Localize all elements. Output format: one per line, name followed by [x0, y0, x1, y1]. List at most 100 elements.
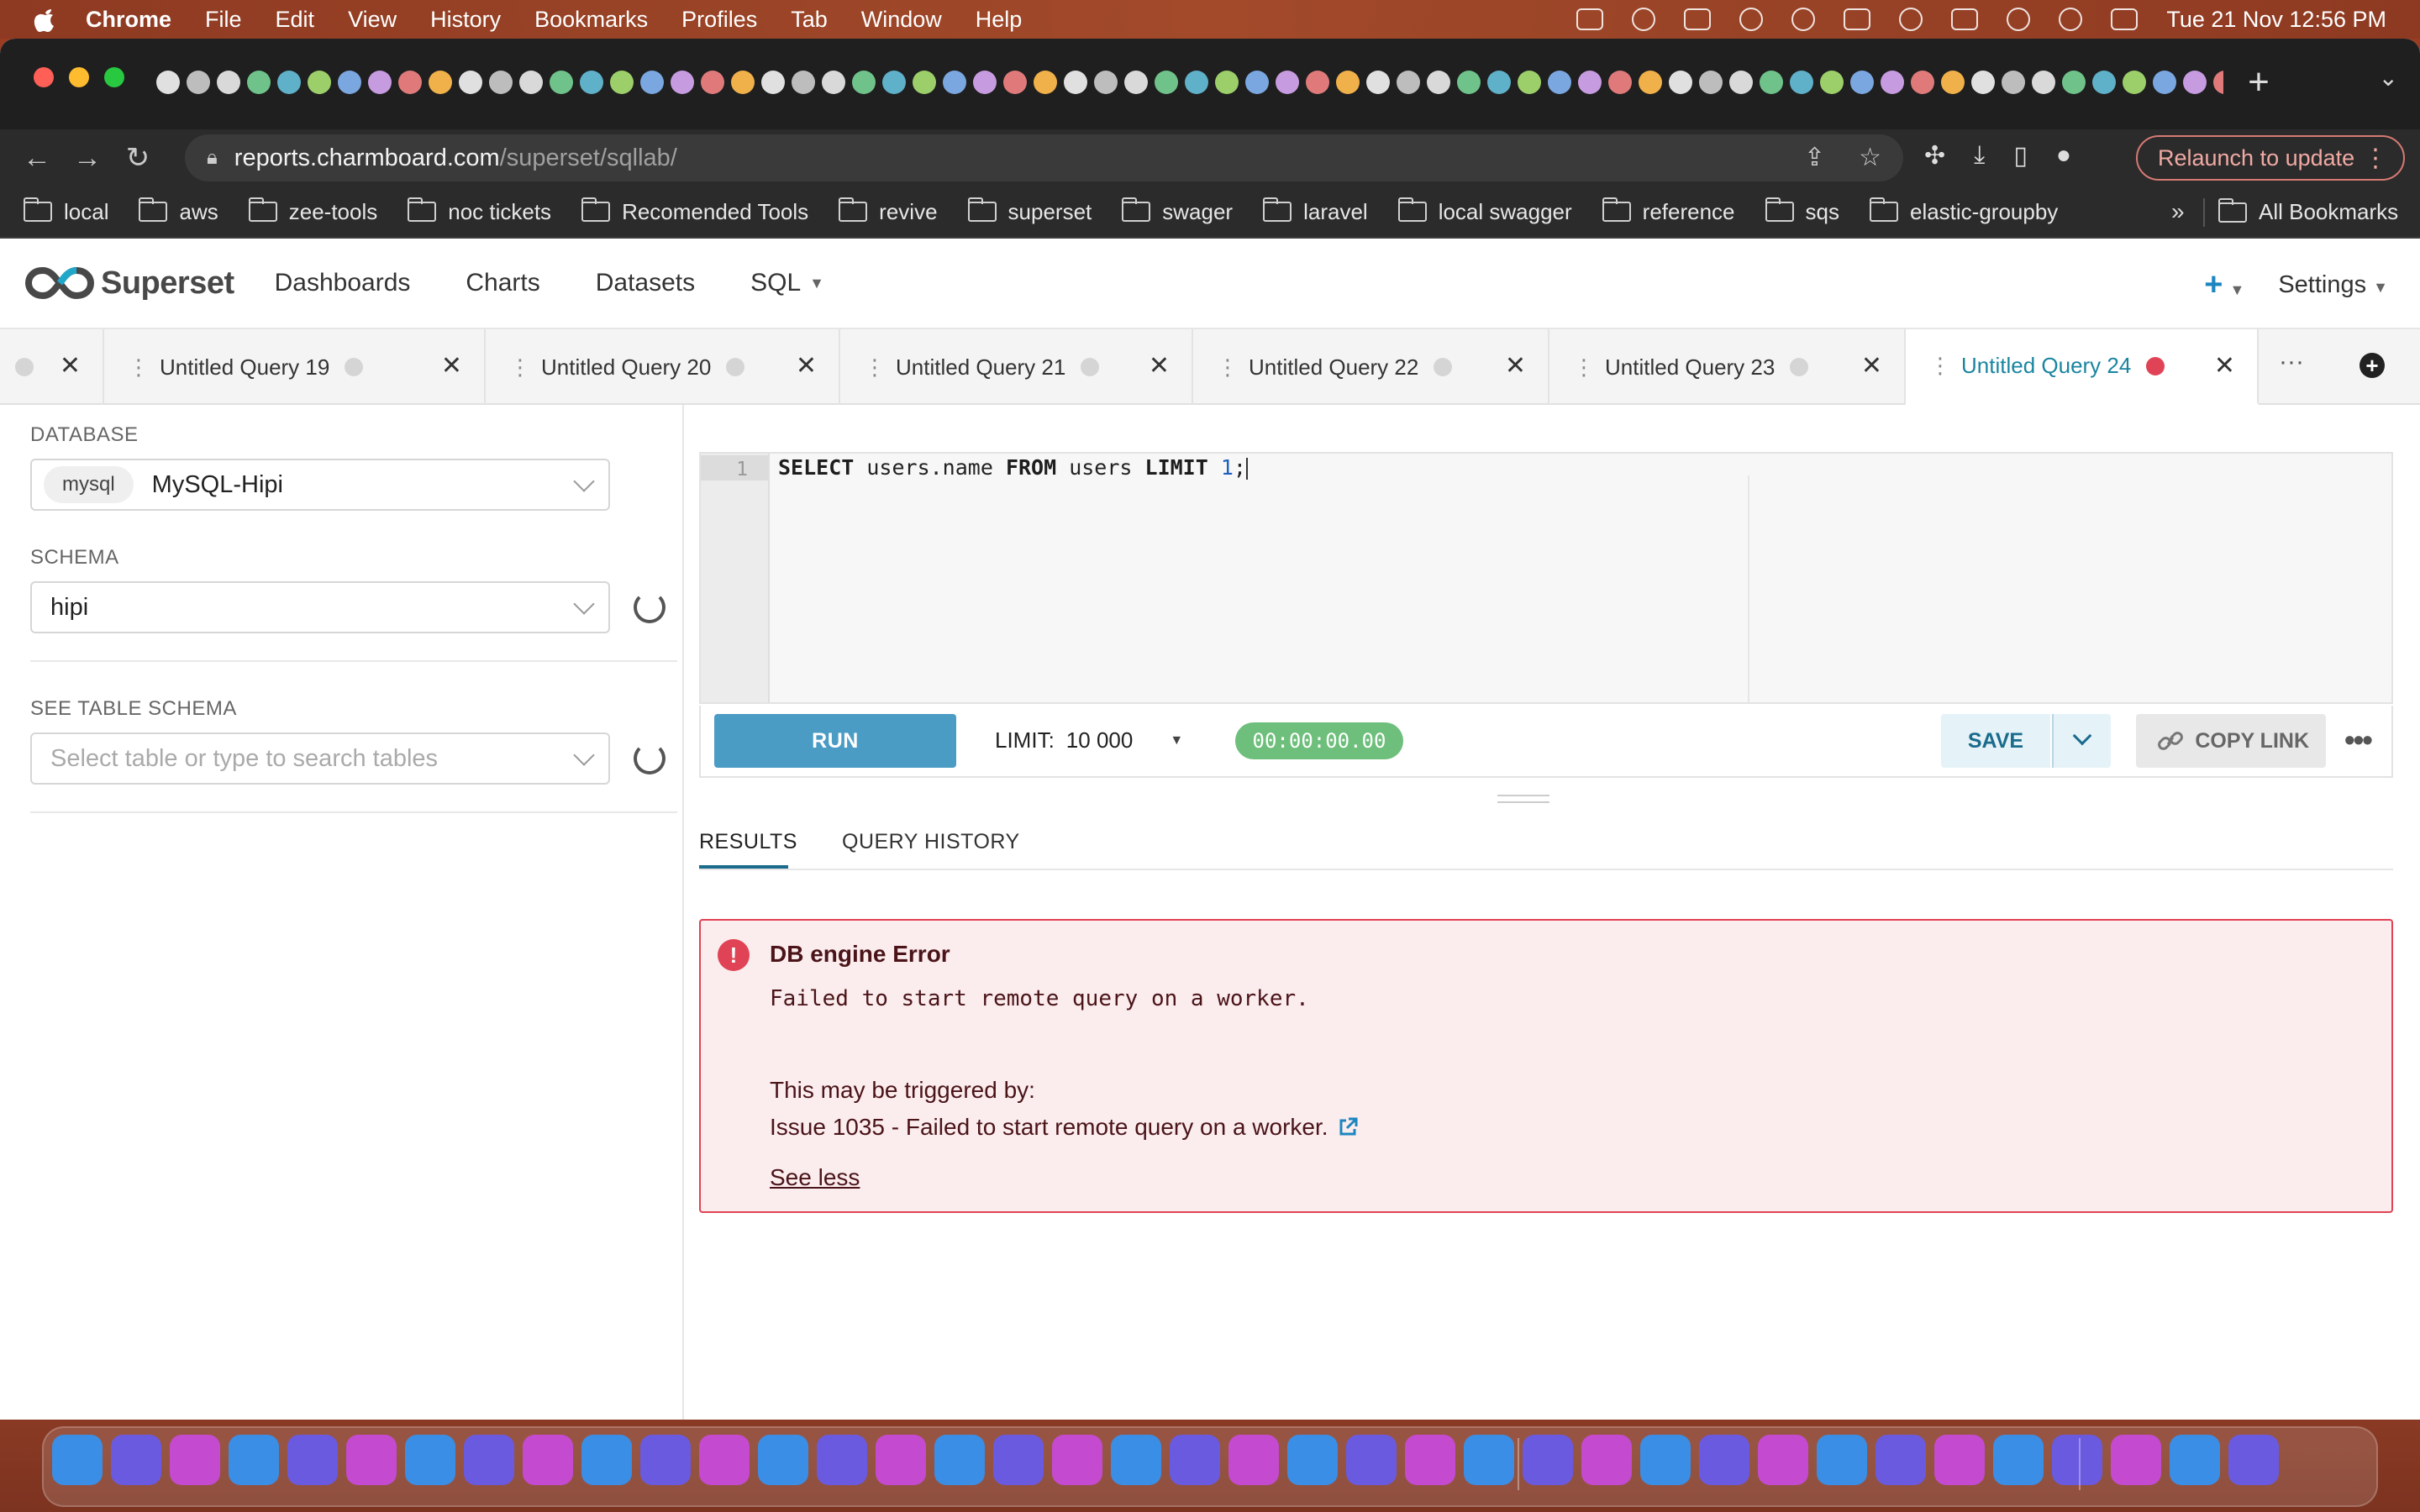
extensions-puzzle-icon[interactable]: ✣	[1924, 141, 1945, 171]
chrome-menu-icon[interactable]: ⋮	[2363, 144, 2388, 173]
browser-tab-favicon-icon[interactable]	[1699, 71, 1723, 94]
close-tab-icon[interactable]: ✕	[60, 351, 81, 381]
reload-icon[interactable]: ↻	[118, 138, 158, 178]
dock-app-icon[interactable]	[934, 1435, 985, 1485]
dock-app-icon[interactable]	[287, 1435, 338, 1485]
browser-tab-favicon-icon[interactable]	[2183, 71, 2207, 94]
browser-tab-favicon-icon[interactable]	[1003, 71, 1027, 94]
status-app-icon[interactable]	[1576, 8, 1604, 30]
browser-tab-favicon-icon[interactable]	[640, 71, 664, 94]
browser-tab-favicon-icon[interactable]	[1820, 71, 1844, 94]
browser-tab-favicon-icon[interactable]	[459, 71, 482, 94]
forward-arrow-icon[interactable]: →	[67, 138, 108, 178]
query-tab-19[interactable]: ⋮ Untitled Query 19 ✕	[104, 329, 486, 405]
close-tab-icon[interactable]: ✕	[1505, 351, 1526, 381]
bookmark-folder[interactable]: laravel	[1263, 197, 1368, 225]
status-app-icon[interactable]	[1791, 8, 1816, 31]
dock-app-icon[interactable]	[993, 1435, 1044, 1485]
browser-tab-favicon-icon[interactable]	[1608, 71, 1632, 94]
browser-tab-favicon-icon[interactable]	[943, 71, 966, 94]
browser-tab-favicon-icon[interactable]	[550, 71, 573, 94]
dock-app-icon[interactable]	[581, 1435, 632, 1485]
dock-app-icon[interactable]	[1640, 1435, 1691, 1485]
settings-menu[interactable]: Settings ▼	[2278, 271, 2388, 299]
refresh-tables-icon[interactable]	[634, 743, 666, 774]
browser-tab-favicon-icon[interactable]	[882, 71, 906, 94]
browser-tab-favicon-icon[interactable]	[1760, 71, 1783, 94]
close-tab-icon[interactable]: ✕	[2214, 351, 2235, 381]
dock-app-icon[interactable]	[876, 1435, 926, 1485]
close-window-button[interactable]	[34, 67, 54, 87]
browser-tab-favicon-icon[interactable]	[580, 71, 603, 94]
apple-logo-icon[interactable]	[30, 4, 60, 34]
browser-tab-favicon-icon[interactable]	[1366, 71, 1390, 94]
browser-tab-favicon-icon[interactable]	[1971, 71, 1995, 94]
dock-app-icon[interactable]	[1758, 1435, 1808, 1485]
limit-dropdown[interactable]: LIMIT: 10 000 ▼	[995, 727, 1183, 753]
menu-tab[interactable]: Tab	[791, 7, 828, 33]
dock-app-icon[interactable]	[111, 1435, 161, 1485]
query-tab-23[interactable]: ⋮ Untitled Query 23 ✕	[1549, 329, 1906, 405]
menu-view[interactable]: View	[348, 7, 397, 33]
new-item-menu[interactable]: + ▼	[2204, 267, 2244, 303]
dock-app-icon[interactable]	[1934, 1435, 1985, 1485]
browser-tab-favicon-icon[interactable]	[1427, 71, 1450, 94]
browser-tab-favicon-icon[interactable]	[2123, 71, 2146, 94]
browser-tab-favicon-icon[interactable]	[761, 71, 785, 94]
browser-tab-favicon-icon[interactable]	[671, 71, 694, 94]
browser-tab-favicon-icon[interactable]	[1155, 71, 1178, 94]
nav-datasets[interactable]: Datasets	[596, 269, 695, 297]
more-tabs-icon[interactable]: ···	[2279, 348, 2304, 376]
drag-handle-icon[interactable]: ⋮	[1217, 354, 1239, 381]
bluetooth-icon[interactable]	[1899, 8, 1923, 31]
dock-app-icon[interactable]	[2170, 1435, 2220, 1485]
browser-tab-favicon-icon[interactable]	[217, 71, 240, 94]
browser-tab-favicon-icon[interactable]	[2092, 71, 2116, 94]
browser-tab-favicon-icon[interactable]	[1185, 71, 1208, 94]
browser-tab-favicon-icon[interactable]	[1911, 71, 1934, 94]
spotlight-search-icon[interactable]	[2059, 8, 2083, 31]
menu-help[interactable]: Help	[976, 7, 1023, 33]
browser-tab-favicon-icon[interactable]	[156, 71, 180, 94]
dock-app-icon[interactable]	[817, 1435, 867, 1485]
dock-app-icon[interactable]	[2228, 1435, 2279, 1485]
save-button[interactable]: SAVE	[1941, 714, 2050, 768]
browser-tab-favicon-icon[interactable]	[308, 71, 331, 94]
bookmark-folder[interactable]: zee-tools	[248, 197, 377, 225]
bookmark-folder[interactable]: aws	[139, 197, 218, 225]
browser-tab-favicon-icon[interactable]	[792, 71, 815, 94]
browser-tab-favicon-icon[interactable]	[1729, 71, 1753, 94]
site-info-icon[interactable]: 🔒︎	[207, 146, 218, 170]
status-app-icon[interactable]	[1684, 8, 1712, 30]
tab-results[interactable]: RESULTS	[699, 830, 797, 854]
browser-tab-favicon-icon[interactable]	[1790, 71, 1813, 94]
browser-tab-favicon-icon[interactable]	[398, 71, 422, 94]
browser-tab-favicon-icon[interactable]	[822, 71, 845, 94]
browser-tab-favicon-icon[interactable]	[1276, 71, 1299, 94]
dock-app-icon[interactable]	[699, 1435, 750, 1485]
bookmark-star-icon[interactable]: ☆	[1859, 143, 1881, 172]
address-bar[interactable]: 🔒︎ reports.charmboard.com/superset/sqlla…	[185, 134, 1903, 181]
status-app-icon[interactable]	[1632, 8, 1656, 31]
browser-tab-favicon-icon[interactable]	[1457, 71, 1481, 94]
more-options-icon[interactable]: •••	[2344, 722, 2373, 758]
browser-tab-favicon-icon[interactable]	[429, 71, 452, 94]
bookmark-folder[interactable]: reference	[1602, 197, 1735, 225]
nav-charts[interactable]: Charts	[466, 269, 539, 297]
browser-tab-favicon-icon[interactable]	[1487, 71, 1511, 94]
share-icon[interactable]: ⇪	[1804, 143, 1825, 172]
browser-tab-favicon-icon[interactable]	[489, 71, 513, 94]
close-tab-icon[interactable]: ✕	[1149, 351, 1170, 381]
save-dropdown-button[interactable]	[2052, 714, 2111, 768]
browser-tab-favicon-icon[interactable]	[610, 71, 634, 94]
menu-profiles[interactable]: Profiles	[681, 7, 757, 33]
battery-icon[interactable]	[1951, 8, 1979, 30]
browser-tab-favicon-icon[interactable]	[1094, 71, 1118, 94]
external-link-icon[interactable]	[1337, 1116, 1359, 1138]
menu-file[interactable]: File	[205, 7, 242, 33]
query-tab-22[interactable]: ⋮ Untitled Query 22 ✕	[1193, 329, 1549, 405]
bookmark-folder[interactable]: local swagger	[1397, 197, 1572, 225]
add-tab-icon[interactable]: +	[2360, 353, 2385, 378]
bookmark-folder[interactable]: revive	[839, 197, 938, 225]
query-tab-24[interactable]: ⋮ Untitled Query 24 ✕	[1906, 329, 2259, 405]
